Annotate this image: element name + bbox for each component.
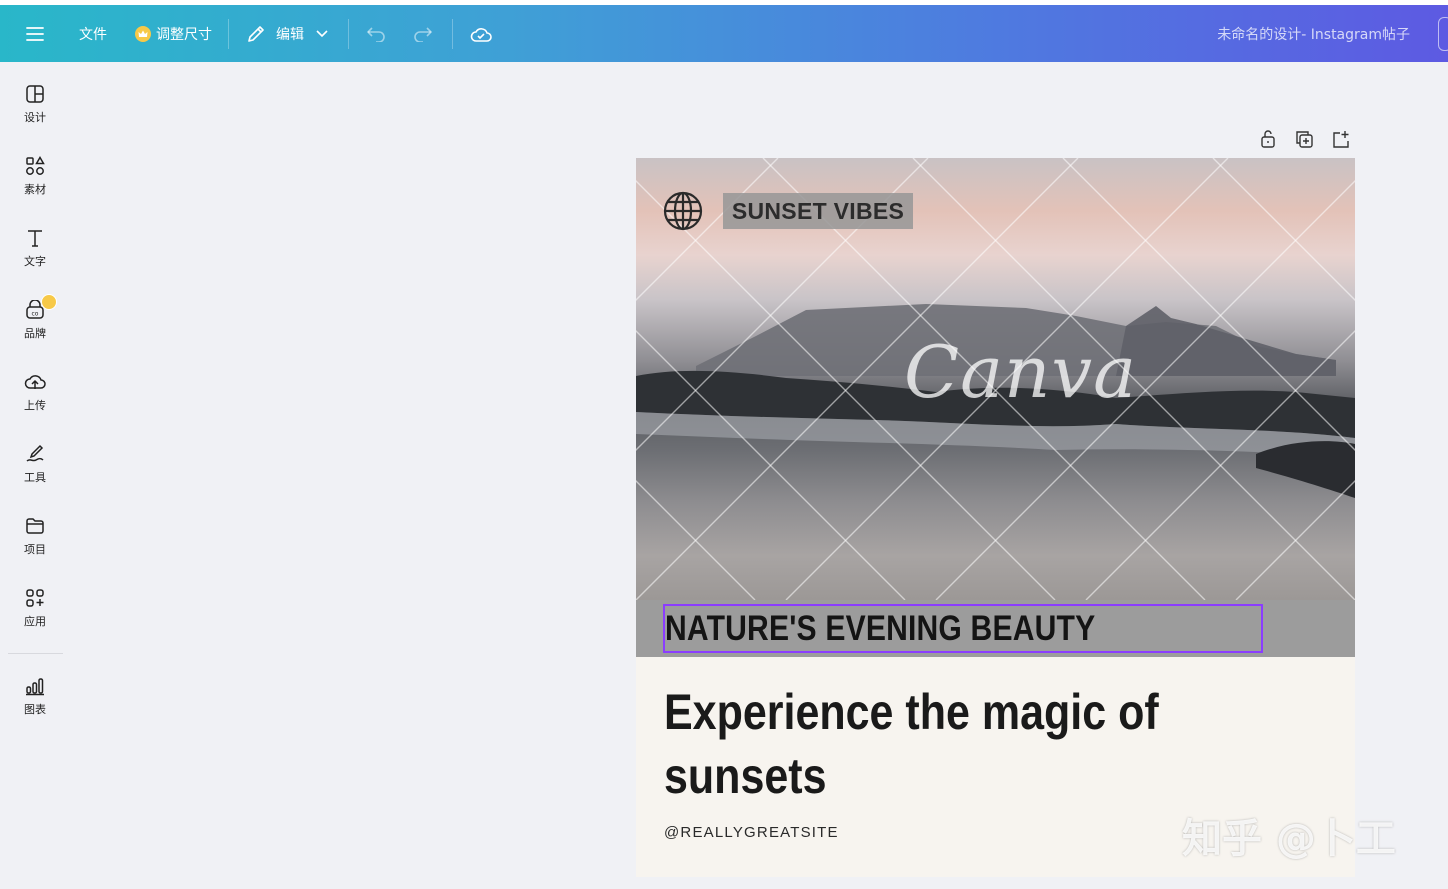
sidebar-item-projects[interactable]: 项目 <box>0 516 70 576</box>
apps-icon <box>26 589 44 607</box>
svg-text:co: co <box>32 311 39 318</box>
divider <box>348 19 349 49</box>
document-title[interactable]: 未命名的设计- Instagram帖子 <box>1217 5 1410 62</box>
lock-icon <box>1261 130 1275 148</box>
shapes-icon <box>26 156 45 175</box>
layout-icon <box>26 85 44 103</box>
sunset-photo[interactable]: Canva SUNSET VIBES <box>636 158 1355 600</box>
duplicate-icon <box>1296 131 1313 148</box>
crown-badge-icon <box>41 294 57 310</box>
sidebar-item-label: 文字 <box>24 255 46 268</box>
redo-button[interactable] <box>413 5 433 62</box>
duplicate-page-button[interactable] <box>1294 129 1314 151</box>
top-toolbar: 文件 调整尺寸 编辑 未命名的设计- Instagram帖子 <box>0 5 1448 62</box>
sunset-vibes-tag[interactable]: SUNSET VIBES <box>723 193 913 229</box>
add-page-icon <box>1333 131 1349 148</box>
sidebar-item-design[interactable]: 设计 <box>0 84 70 144</box>
selection-outline <box>663 604 1263 653</box>
chart-icon <box>26 678 44 696</box>
lock-button[interactable] <box>1258 129 1278 151</box>
sidebar-item-elements[interactable]: 素材 <box>0 156 70 216</box>
draw-icon <box>26 444 44 462</box>
file-label: 文件 <box>79 26 107 43</box>
divider <box>452 19 453 49</box>
sidebar-item-label: 应用 <box>24 615 46 628</box>
body-text[interactable]: Experience the magic of sunsets <box>664 680 1214 808</box>
undo-button[interactable] <box>366 5 386 62</box>
divider <box>228 19 229 49</box>
text-icon <box>28 230 42 247</box>
file-menu[interactable]: 文件 <box>79 5 107 62</box>
sunset-vibes-text: SUNSET VIBES <box>731 197 905 224</box>
chevron-down-icon <box>316 29 328 37</box>
left-sidebar: 设计 素材 文字 co 品牌 上传 工具 项目 应用 图表 <box>0 62 70 889</box>
resize-label: 调整尺寸 <box>156 26 212 43</box>
edit-menu[interactable]: 编辑 <box>246 5 328 62</box>
sidebar-item-label: 设计 <box>24 111 46 124</box>
upload-cloud-icon <box>24 375 46 389</box>
hamburger-icon <box>26 26 44 41</box>
sidebar-item-charts[interactable]: 图表 <box>0 676 70 736</box>
save-status-button[interactable] <box>470 5 492 62</box>
menu-button[interactable] <box>26 5 44 62</box>
cloud-check-icon <box>470 27 492 42</box>
globe-icon[interactable] <box>662 190 704 232</box>
sidebar-item-apps[interactable]: 应用 <box>0 588 70 648</box>
sidebar-divider <box>8 653 63 654</box>
sidebar-item-label: 品牌 <box>24 327 46 340</box>
sidebar-item-label: 项目 <box>24 543 46 556</box>
document-title-text: 未命名的设计- Instagram帖子 <box>1217 26 1410 43</box>
sidebar-item-label: 上传 <box>24 399 46 412</box>
share-button[interactable] <box>1438 17 1448 51</box>
add-page-button[interactable] <box>1330 129 1350 151</box>
sidebar-item-upload[interactable]: 上传 <box>0 372 70 432</box>
zhihu-watermark: 知乎 @卜工 <box>1182 816 1396 862</box>
sidebar-item-label: 素材 <box>24 183 46 196</box>
website-text[interactable]: @REALLYGREATSITE <box>664 824 839 841</box>
redo-icon <box>414 26 433 42</box>
sidebar-item-label: 图表 <box>24 703 46 716</box>
undo-icon <box>366 26 385 42</box>
sidebar-item-tools[interactable]: 工具 <box>0 444 70 504</box>
pencil-icon <box>248 25 264 42</box>
folder-icon <box>26 518 44 534</box>
canva-watermark: Canva <box>904 330 1137 414</box>
sidebar-item-text[interactable]: 文字 <box>0 228 70 288</box>
edit-label: 编辑 <box>276 26 304 43</box>
resize-button[interactable]: 调整尺寸 <box>135 5 212 62</box>
design-canvas[interactable]: Canva SUNSET VIBES NATURE'S EVENING BEAU… <box>636 158 1355 877</box>
sidebar-item-label: 工具 <box>24 471 46 484</box>
sidebar-item-brand[interactable]: co 品牌 <box>0 294 70 360</box>
crown-icon <box>135 25 151 42</box>
